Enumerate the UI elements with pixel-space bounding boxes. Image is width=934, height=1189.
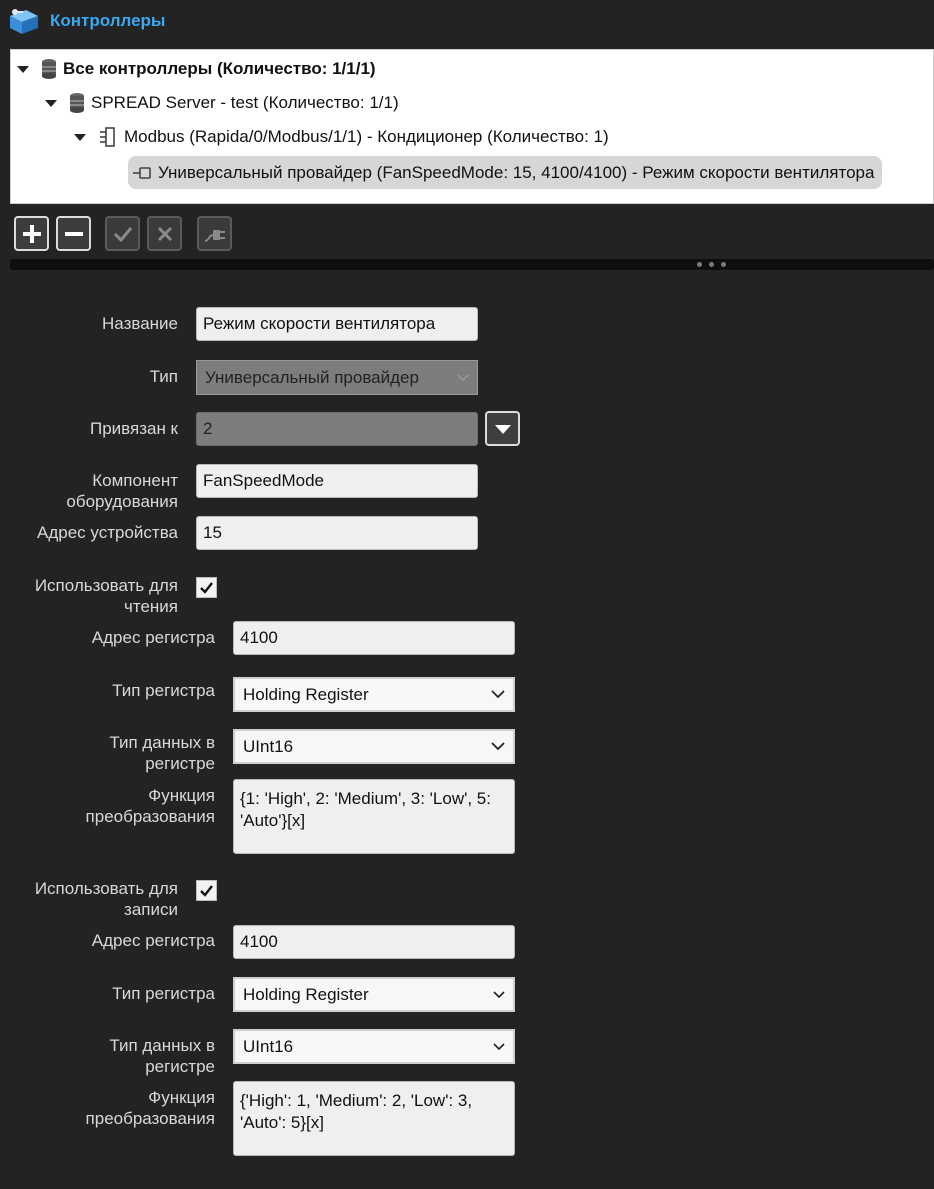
name-label: Название	[102, 314, 178, 333]
use-for-read-label: Использовать для чтения	[34, 576, 178, 616]
write-register-type-label: Тип регистра	[112, 984, 215, 1003]
plug-icon	[204, 229, 225, 242]
chevron-down-icon	[491, 690, 505, 699]
controllers-tree[interactable]: Все контроллеры (Количество: 1/1/1) SPRE…	[10, 49, 934, 204]
chevron-down-icon	[491, 742, 505, 751]
component-label: Компонент оборудования	[66, 471, 178, 511]
use-for-read-checkbox[interactable]	[196, 577, 217, 598]
grip-dot	[697, 262, 702, 267]
app-title: Контроллеры	[50, 11, 166, 30]
bound-to-label: Привязан к	[89, 419, 178, 438]
check-icon	[200, 582, 213, 594]
collapse-arrow-icon[interactable]	[45, 99, 57, 107]
write-conversion-label: Функция преобразования	[85, 1088, 215, 1128]
tree-provider-row[interactable]: Универсальный провайдер (FanSpeedMode: 1…	[128, 156, 883, 189]
read-register-type-label: Тип регистра	[112, 681, 215, 700]
name-field[interactable]: Режим скорости вентилятора	[196, 307, 478, 341]
toolbar	[14, 216, 314, 252]
plus-icon	[22, 224, 41, 243]
tree-root-label: Все контроллеры (Количество: 1/1/1)	[63, 59, 376, 78]
collapse-arrow-icon[interactable]	[74, 133, 86, 141]
tree-device-row[interactable]: Modbus (Rapida/0/Modbus/1/1) - Кондицион…	[74, 122, 609, 152]
chevron-down-icon	[493, 1042, 505, 1050]
title-bar: Контроллеры	[0, 0, 934, 44]
write-register-type-select[interactable]: Holding Register	[233, 977, 515, 1012]
collapse-arrow-icon[interactable]	[17, 65, 29, 73]
bound-to-dropdown-button[interactable]	[485, 411, 520, 446]
database-icon	[41, 58, 57, 80]
cancel-button[interactable]	[147, 216, 182, 251]
controllers-icon	[6, 6, 42, 38]
read-register-type-value: Holding Register	[243, 684, 369, 704]
type-select[interactable]: Универсальный провайдер	[196, 360, 478, 395]
write-register-address-label: Адрес регистра	[91, 931, 215, 950]
triangle-down-icon	[494, 424, 511, 434]
write-data-type-value: UInt16	[243, 1036, 294, 1056]
bound-to-field[interactable]: 2	[196, 412, 478, 446]
write-register-type-value: Holding Register	[243, 984, 369, 1004]
database-icon	[69, 92, 85, 114]
minus-icon	[64, 231, 83, 236]
read-register-address-field[interactable]: 4100	[233, 621, 515, 655]
use-for-write-checkbox[interactable]	[196, 880, 217, 901]
tree-server-label: SPREAD Server - test (Количество: 1/1)	[91, 93, 399, 112]
write-conversion-field[interactable]: {'High': 1, 'Medium': 2, 'Low': 3, 'Auto…	[233, 1081, 515, 1156]
write-register-address-field[interactable]: 4100	[233, 925, 515, 959]
close-icon	[157, 226, 172, 241]
use-for-write-label: Использовать для записи	[34, 879, 178, 919]
device-icon	[98, 126, 118, 148]
read-data-type-label: Тип данных в регистре	[109, 733, 215, 773]
apply-button[interactable]	[105, 216, 140, 251]
chevron-down-icon	[457, 373, 469, 381]
write-data-type-select[interactable]: UInt16	[233, 1029, 515, 1064]
type-label: Тип	[149, 367, 178, 386]
grip-dot	[721, 262, 726, 267]
tree-provider-label: Универсальный провайдер (FanSpeedMode: 1…	[158, 162, 875, 182]
grip-dot	[709, 262, 714, 267]
remove-button[interactable]	[56, 216, 91, 251]
read-register-address-label: Адрес регистра	[91, 628, 215, 647]
read-conversion-field[interactable]: {1: 'High', 2: 'Medium', 3: 'Low', 5: 'A…	[233, 779, 515, 854]
plug-node-icon	[132, 165, 152, 181]
tree-server-row[interactable]: SPREAD Server - test (Количество: 1/1)	[45, 88, 399, 118]
read-register-type-select[interactable]: Holding Register	[233, 677, 515, 712]
tree-root-row[interactable]: Все контроллеры (Количество: 1/1/1)	[17, 54, 376, 84]
device-address-label: Адрес устройства	[37, 523, 178, 542]
add-button[interactable]	[14, 216, 49, 251]
read-conversion-label: Функция преобразования	[85, 786, 215, 826]
read-data-type-value: UInt16	[243, 736, 294, 756]
chevron-down-icon	[493, 990, 505, 998]
check-icon	[200, 885, 213, 897]
read-data-type-select[interactable]: UInt16	[233, 729, 515, 764]
write-data-type-label: Тип данных в регистре	[109, 1036, 215, 1076]
check-icon	[113, 226, 132, 242]
splitter[interactable]	[10, 259, 934, 270]
component-field[interactable]: FanSpeedMode	[196, 464, 478, 498]
connect-button[interactable]	[197, 216, 232, 251]
type-select-value: Универсальный провайдер	[205, 367, 419, 387]
tree-device-label: Modbus (Rapida/0/Modbus/1/1) - Кондицион…	[124, 127, 609, 146]
device-address-field[interactable]: 15	[196, 516, 478, 550]
